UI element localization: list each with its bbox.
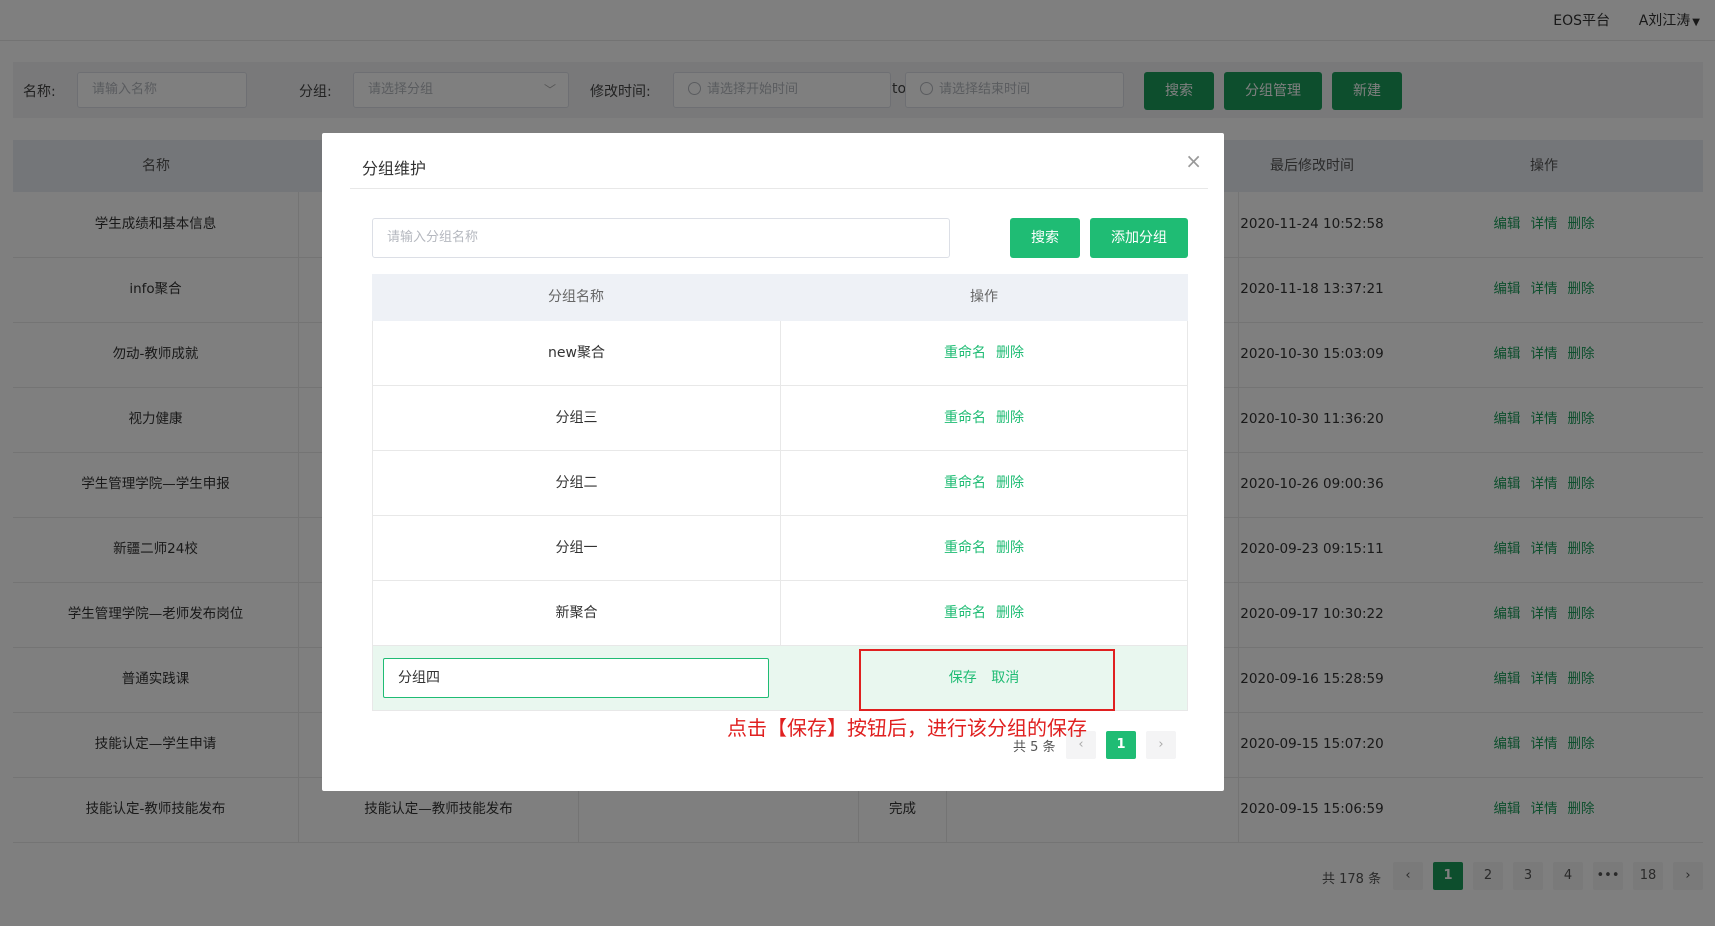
close-icon[interactable]: × bbox=[1185, 151, 1202, 171]
group-name-cell: new聚合 bbox=[373, 321, 781, 385]
dialog-page-button-1[interactable]: 1 bbox=[1106, 731, 1136, 759]
header-group-actions: 操作 bbox=[970, 289, 998, 305]
group-actions-cell: 重命名 删除 bbox=[781, 451, 1187, 515]
rename-link[interactable]: 重命名 bbox=[944, 345, 986, 361]
group-actions-cell: 重命名 删除 bbox=[781, 581, 1187, 645]
delete-group-link[interactable]: 删除 bbox=[996, 345, 1024, 361]
group-name-cell: 新聚合 bbox=[373, 581, 781, 645]
dialog-next-page-button[interactable]: › bbox=[1146, 731, 1176, 759]
rename-link[interactable]: 重命名 bbox=[944, 410, 986, 426]
group-actions-cell: 重命名 删除 bbox=[781, 321, 1187, 385]
group-table-header: 分组名称 操作 bbox=[372, 274, 1188, 321]
dialog-search-button[interactable]: 搜索 bbox=[1010, 218, 1080, 258]
group-actions-cell: 重命名 删除 bbox=[781, 516, 1187, 580]
group-actions-cell: 重命名 删除 bbox=[781, 386, 1187, 450]
delete-group-link[interactable]: 删除 bbox=[996, 410, 1024, 426]
delete-group-link[interactable]: 删除 bbox=[996, 475, 1024, 491]
group-row: 分组一 重命名 删除 bbox=[372, 516, 1188, 581]
dialog-title: 分组维护 bbox=[362, 159, 427, 178]
header-group-name: 分组名称 bbox=[548, 289, 604, 305]
group-row: new聚合 重命名 删除 bbox=[372, 321, 1188, 386]
group-search-placeholder: 请输入分组名称 bbox=[387, 230, 479, 245]
group-name-cell: 分组二 bbox=[373, 451, 781, 515]
group-row: 分组三 重命名 删除 bbox=[372, 386, 1188, 451]
group-name-edit-input[interactable]: 分组四 bbox=[383, 658, 769, 698]
delete-group-link[interactable]: 删除 bbox=[996, 605, 1024, 621]
rename-link[interactable]: 重命名 bbox=[944, 475, 986, 491]
rename-link[interactable]: 重命名 bbox=[944, 540, 986, 556]
annotation-text: 点击【保存】按钮后，进行该分组的保存 bbox=[727, 716, 1087, 740]
group-name-cell: 分组三 bbox=[373, 386, 781, 450]
group-name-cell: 分组一 bbox=[373, 516, 781, 580]
dialog-divider bbox=[350, 188, 1208, 189]
rename-link[interactable]: 重命名 bbox=[944, 605, 986, 621]
save-highlight-box bbox=[859, 649, 1115, 711]
group-row: 分组二 重命名 删除 bbox=[372, 451, 1188, 516]
group-search-input[interactable]: 请输入分组名称 bbox=[372, 218, 950, 258]
group-name-edit-value: 分组四 bbox=[398, 670, 440, 686]
group-row: 新聚合 重命名 删除 bbox=[372, 581, 1188, 646]
delete-group-link[interactable]: 删除 bbox=[996, 540, 1024, 556]
add-group-button[interactable]: 添加分组 bbox=[1090, 218, 1188, 258]
